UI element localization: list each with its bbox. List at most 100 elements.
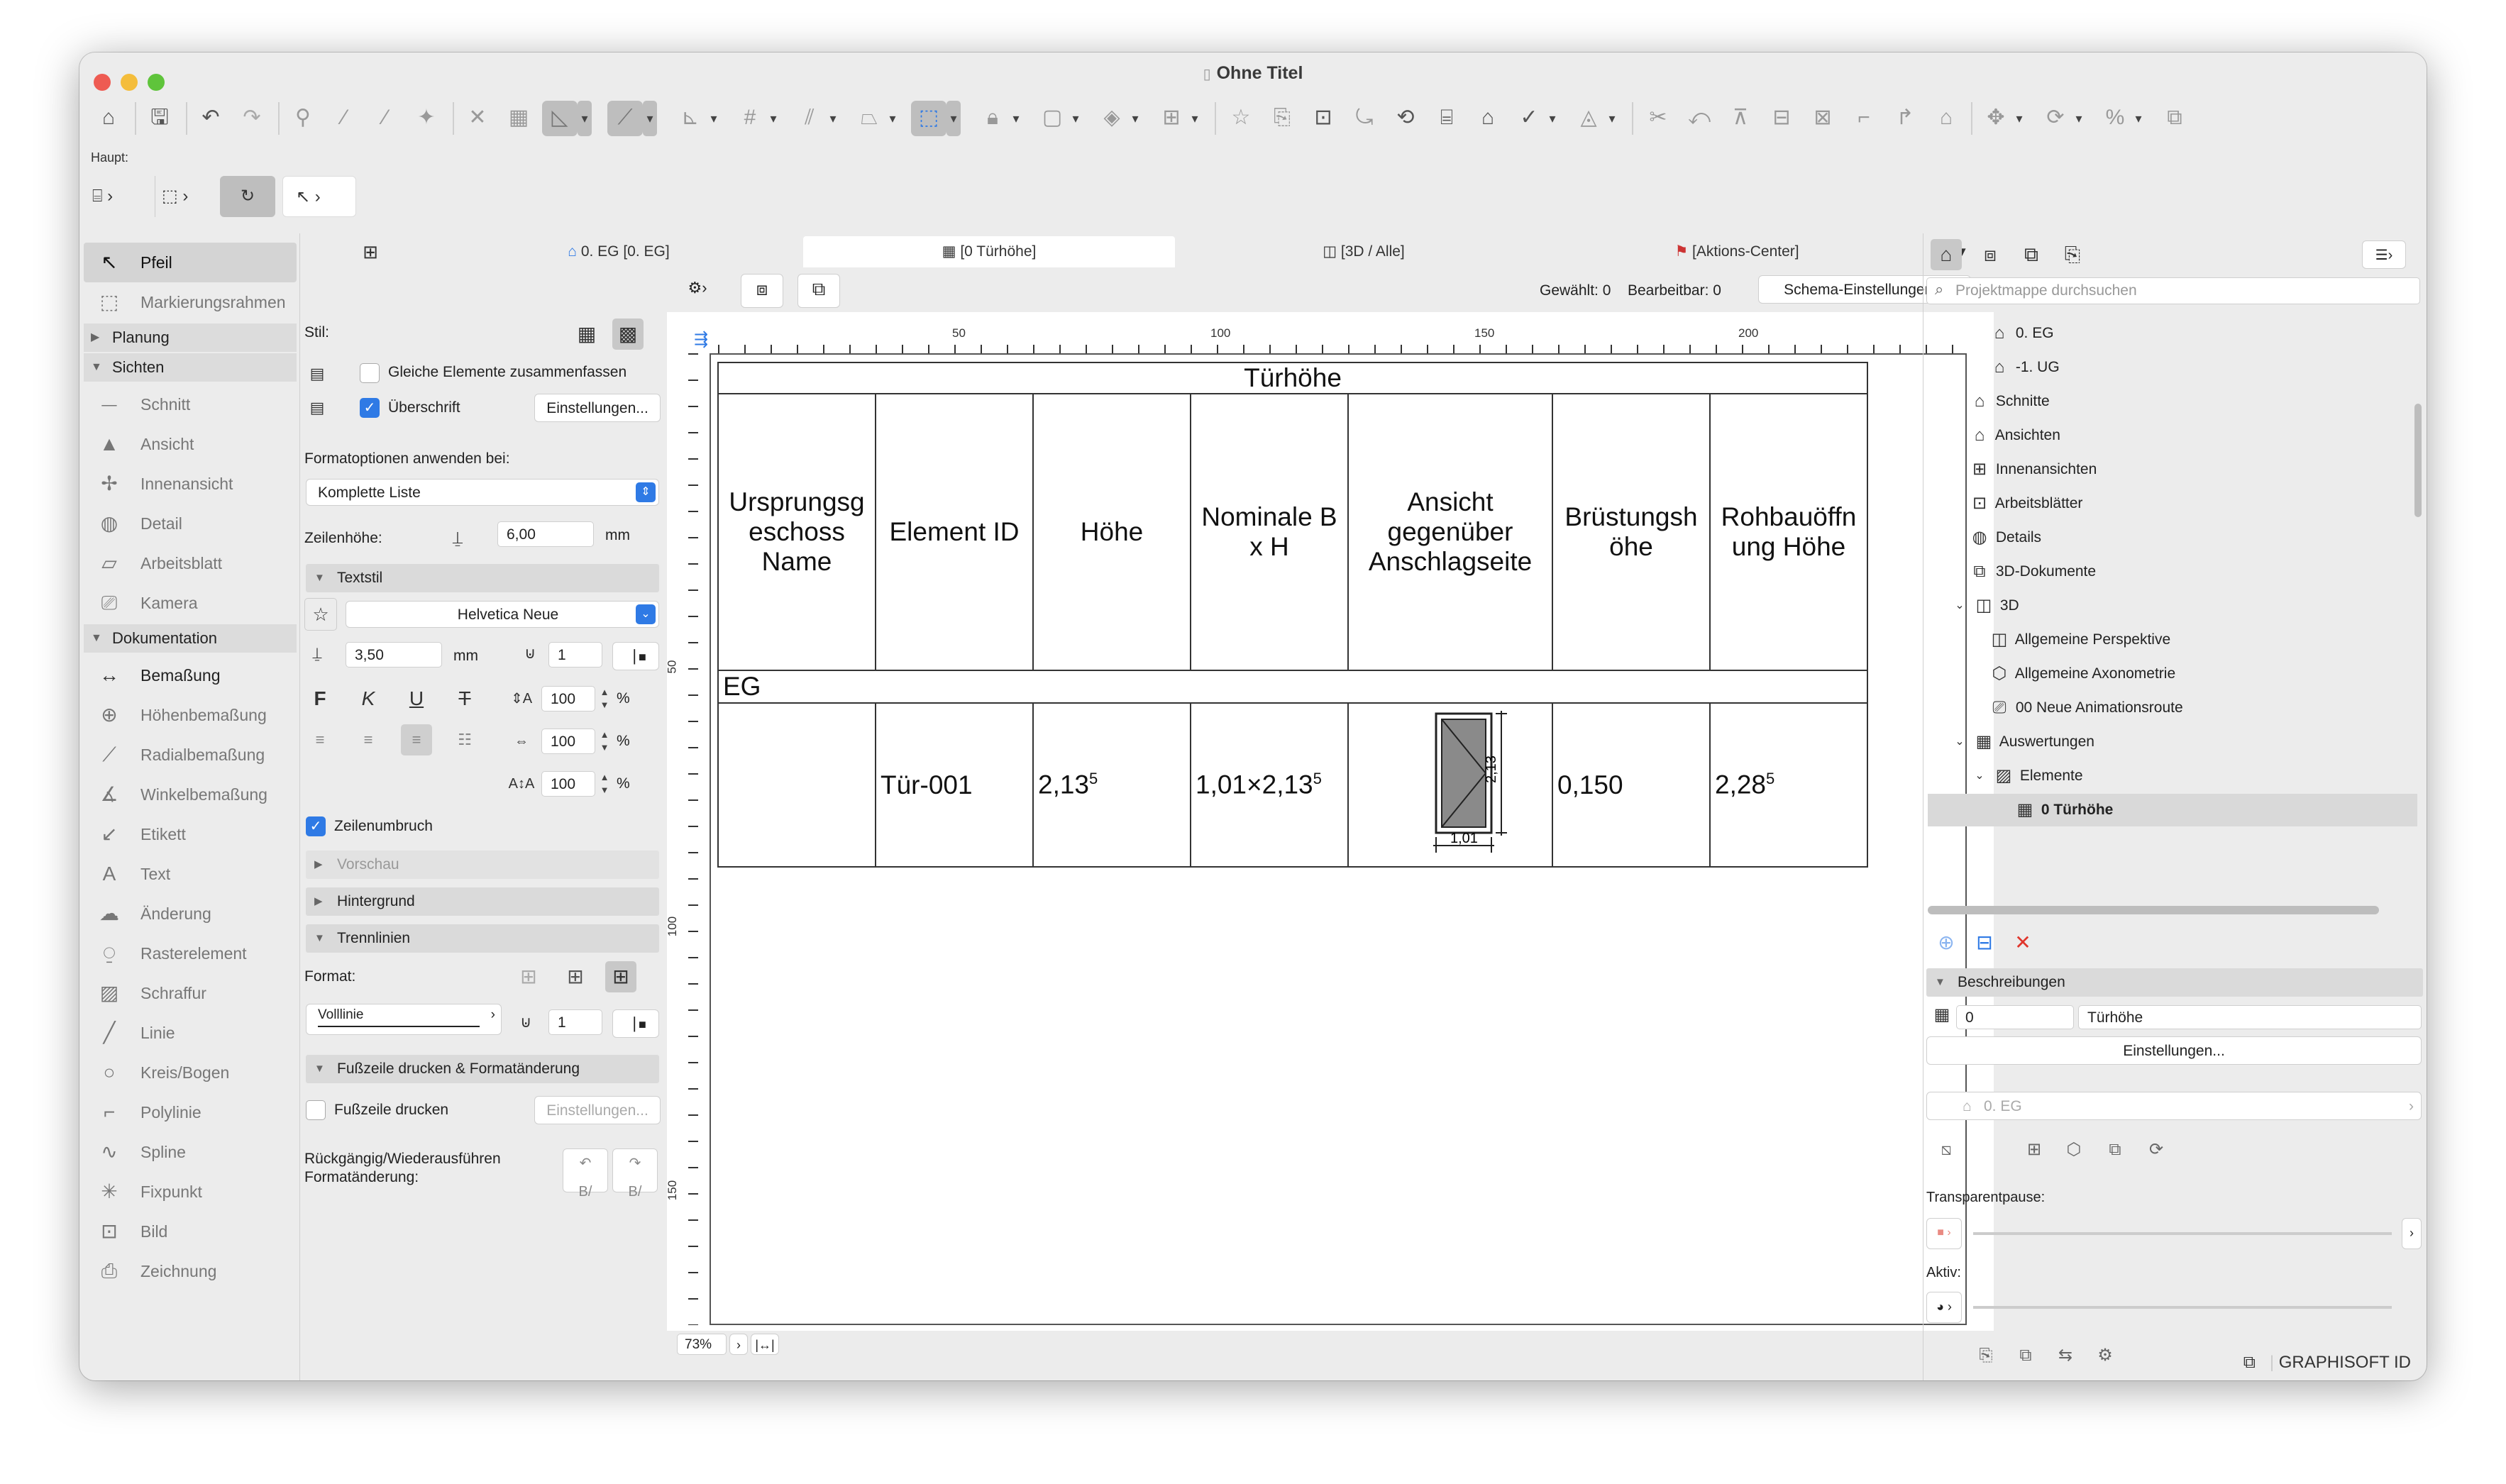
tree-item[interactable]: ⌄ ◫ 3D <box>1948 589 2019 622</box>
tree-item-selected[interactable]: ▦ 0 Türhöhe <box>1928 794 2417 826</box>
section-trennlinien[interactable]: ▼ Trennlinien <box>306 924 659 953</box>
chevron-down-icon[interactable]: ▾ <box>2131 101 2146 136</box>
window-icon[interactable]: ⧉ <box>2243 1353 2256 1372</box>
link-icon[interactable]: ⧅ <box>1931 1134 1962 1165</box>
grid-outer-icon[interactable]: ⊞ <box>560 961 591 992</box>
tree-item[interactable]: ⌂ -1. UG <box>1987 351 2060 384</box>
navigator-settings-button[interactable]: Einstellungen... <box>1926 1036 2422 1065</box>
tool-hoehenbemassung[interactable]: ⊕ Höhenbemaßung <box>84 695 297 735</box>
font-select[interactable]: Helvetica Neue ⌄ <box>346 601 659 628</box>
merge-checkbox[interactable] <box>360 363 380 383</box>
tool-kamera[interactable]: ⎚ Kamera <box>84 583 297 623</box>
compare-icon[interactable]: ⧉ <box>2010 1340 2041 1371</box>
reference-settings-icon[interactable]: ⚙ <box>2090 1340 2121 1371</box>
minimize-button[interactable] <box>121 74 138 91</box>
category-sichten[interactable]: ▼ Sichten <box>84 353 297 382</box>
arrow-tool-button[interactable]: ↖ › <box>282 176 356 217</box>
align-center-icon[interactable]: ≡ <box>353 724 384 755</box>
format-redo-button[interactable]: ↷ B/ <box>612 1148 658 1200</box>
category-dokumentation[interactable]: ▼ Dokumentation <box>84 624 297 653</box>
tool-arbeitsblatt[interactable]: ▱ Arbeitsblatt <box>84 543 297 583</box>
rotate-icon[interactable]: ⟳ <box>2038 101 2073 136</box>
cell-name[interactable] <box>717 702 876 868</box>
layout-book-icon[interactable]: ⧉ <box>2016 239 2047 270</box>
delete-icon[interactable]: ✕ <box>2007 927 2038 958</box>
clone-icon[interactable]: ⧉ <box>2099 1134 2131 1165</box>
publisher-icon[interactable]: ⎘ <box>2057 239 2088 270</box>
text-size-field[interactable]: 3,50 <box>346 642 442 668</box>
ruler-origin-icon[interactable]: ⇶ <box>694 329 708 350</box>
tool-aenderung[interactable]: ☁ Änderung <box>84 894 297 934</box>
move-icon[interactable]: ✥ <box>1978 101 2014 136</box>
column-header[interactable]: Brüstungsh öhe <box>1552 393 1711 671</box>
chevron-down-icon[interactable]: ▾ <box>946 101 961 136</box>
category-planung[interactable]: ▶ Planung <box>84 323 297 352</box>
chevron-down-icon[interactable]: ▾ <box>2012 101 2026 136</box>
section-beschreibungen[interactable]: ▼ Beschreibungen <box>1926 968 2423 997</box>
chevron-down-icon[interactable]: ▾ <box>1009 101 1023 136</box>
gear-icon[interactable]: ⚙› <box>678 274 717 306</box>
merge-icon[interactable]: ⊟ <box>1764 101 1799 136</box>
cell-height[interactable]: 2,135 <box>1032 702 1191 868</box>
tool-bemassung[interactable]: ↔ Bemaßung <box>84 655 297 695</box>
chevron-down-icon[interactable]: ▾ <box>826 101 840 136</box>
syringe-icon[interactable]: ⁄ <box>368 101 403 136</box>
underline-button[interactable]: U <box>401 683 432 714</box>
section-textstil[interactable]: ▼ Textstil <box>306 564 659 592</box>
active-color-button[interactable]: ◕ › <box>1926 1292 1962 1323</box>
line-spacing-field[interactable]: 100 <box>541 771 595 797</box>
footer-checkbox[interactable] <box>306 1100 326 1120</box>
section-hintergrund[interactable]: ▶ Hintergrund <box>306 887 659 916</box>
renovation-icon[interactable]: ⎘ <box>1264 101 1300 136</box>
tool-ansicht[interactable]: ▲ Ansicht <box>84 424 297 464</box>
chevron-down-icon[interactable]: ▾ <box>766 101 780 136</box>
redo-icon[interactable]: ↷ <box>234 101 270 136</box>
chevron-down-icon[interactable]: ▾ <box>1188 101 1202 136</box>
cell-opening-height[interactable]: 2,285 <box>1709 702 1868 868</box>
shape-icon[interactable]: ◬ <box>1571 101 1606 136</box>
trace-icon[interactable]: ⤿ <box>1347 101 1382 136</box>
heading-checkbox[interactable]: ✓ <box>360 398 380 418</box>
schedule-tools-icon[interactable]: ⧉ <box>797 274 840 308</box>
tree-item[interactable]: ⎚ 00 Neue Animationsroute <box>1987 692 2182 724</box>
chevron-right-icon[interactable]: › <box>2402 1218 2422 1249</box>
roof-icon[interactable]: ⌂ <box>1928 101 1964 136</box>
tool-bild[interactable]: ⊡ Bild <box>84 1212 297 1251</box>
tree-item[interactable]: ⬡ Allgemeine Axonometrie <box>1987 658 2176 690</box>
fit-width-icon[interactable]: |↔| <box>751 1334 779 1355</box>
char-spacing-field[interactable]: 100 <box>541 686 595 711</box>
duplicate-icon[interactable]: ⧉ <box>2157 101 2192 136</box>
marquee-select-button[interactable]: ⬚ › <box>162 176 214 217</box>
tool-markierungsrahmen[interactable]: ⬚ Markierungsrahmen <box>84 282 297 322</box>
group-icon[interactable]: ▢ <box>1034 101 1070 136</box>
tree-item[interactable]: ⊡ Arbeitsblätter <box>1967 487 2082 520</box>
chevron-down-icon[interactable]: ▾ <box>885 101 900 136</box>
tool-spline[interactable]: ∿ Spline <box>84 1132 297 1172</box>
swap-icon[interactable]: ⇆ <box>2050 1340 2081 1371</box>
chevron-down-icon[interactable]: ▾ <box>2072 101 2086 136</box>
fillet-icon[interactable]: ↱ <box>1887 101 1923 136</box>
tool-fixpunkt[interactable]: ✳ Fixpunkt <box>84 1172 297 1212</box>
properties-icon[interactable]: ⊟ <box>1969 927 2000 958</box>
schedule-settings-icon[interactable]: ⌸ <box>1429 101 1464 136</box>
tool-linie[interactable]: ╱ Linie <box>84 1013 297 1053</box>
trace-slider[interactable] <box>1973 1232 2392 1235</box>
chevron-down-icon[interactable]: ▾ <box>578 101 592 136</box>
refresh-icon[interactable]: ⟳ <box>2141 1134 2172 1165</box>
table-style-a-icon[interactable]: ▦ <box>571 319 602 350</box>
snap-icon[interactable]: ✕ <box>460 101 495 136</box>
align-left-icon[interactable]: ≡ <box>304 724 336 755</box>
tree-item[interactable]: ⌄ ▨ Elemente <box>1967 760 2082 792</box>
zoom-button[interactable] <box>148 74 165 91</box>
tree-item[interactable]: ⌂ Ansichten <box>1967 419 2060 452</box>
layer-icon[interactable]: ◈ <box>1094 101 1130 136</box>
find-select-icon[interactable]: ⚲ <box>285 101 321 136</box>
pen-color-swatch[interactable]: ▕ ■ <box>612 642 659 670</box>
section-footer[interactable]: ▼ Fußzeile drucken & Formatänderung <box>306 1055 659 1083</box>
panel-menu-button[interactable]: ☰› <box>2362 240 2406 269</box>
snap-guides-icon[interactable]: ⟋ <box>607 101 643 136</box>
chevron-down-icon[interactable]: ▾ <box>643 101 657 136</box>
align-justify-icon[interactable]: ☷ <box>449 724 480 755</box>
undo-icon[interactable]: ↶ <box>193 101 228 136</box>
zoom-field[interactable]: 73% <box>677 1334 727 1355</box>
